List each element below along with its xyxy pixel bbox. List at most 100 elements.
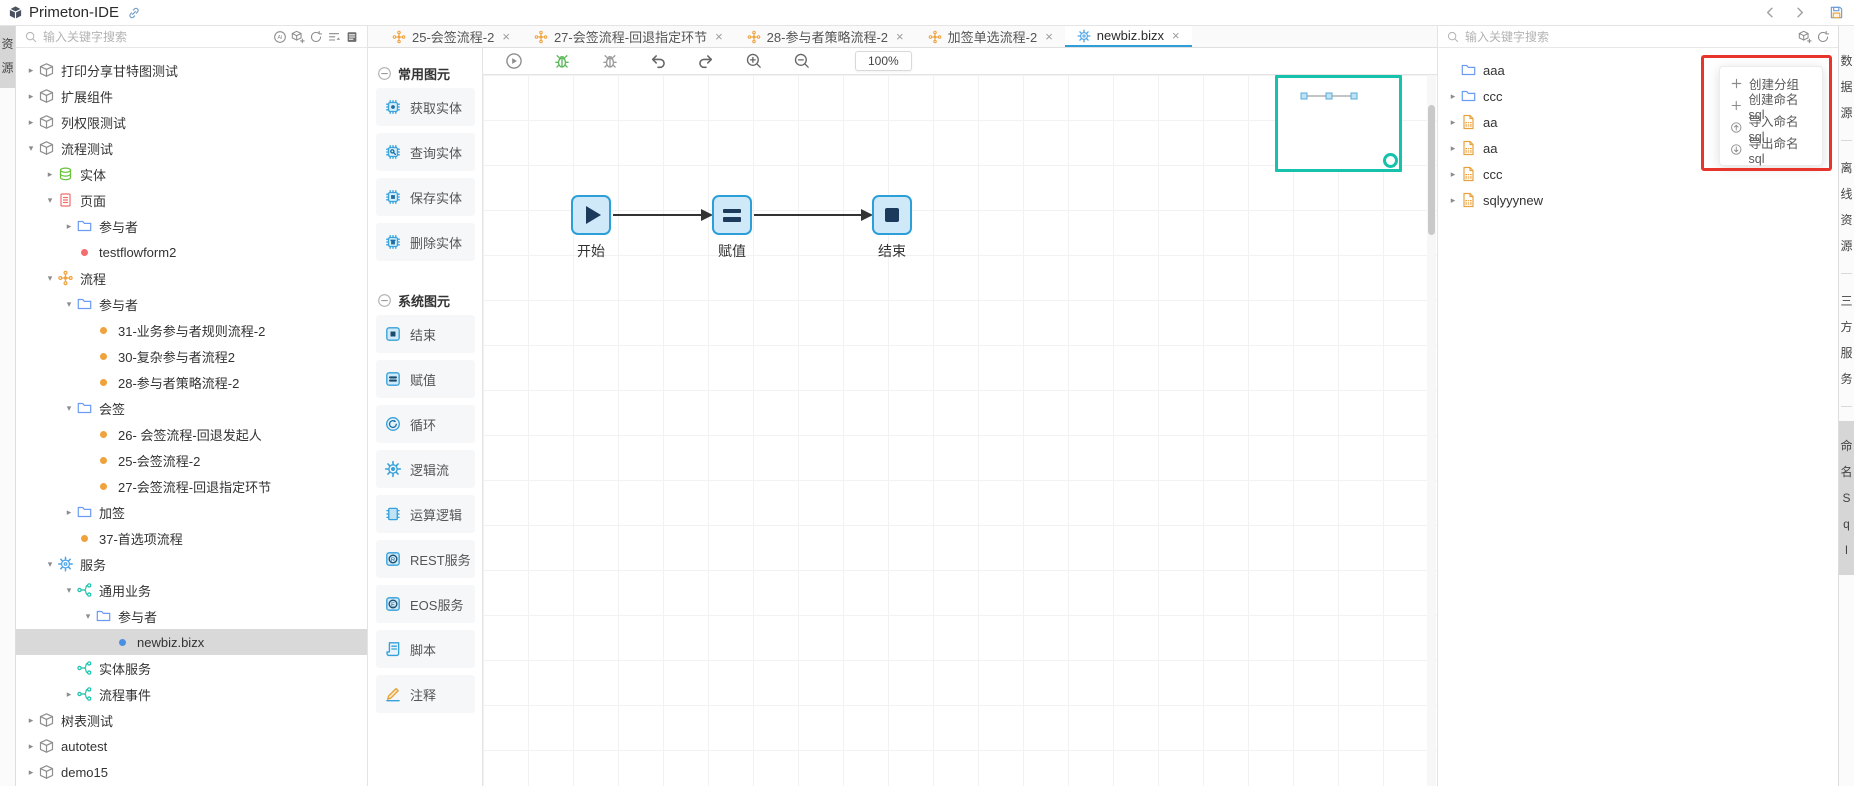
palette-group-header[interactable]: 常用图元 bbox=[368, 58, 482, 88]
debug-icon[interactable] bbox=[601, 52, 619, 70]
expand-arrow[interactable]: ▾ bbox=[81, 611, 95, 622]
forward-icon[interactable] bbox=[1792, 5, 1807, 20]
palette-item-查询实体[interactable]: 查询实体 bbox=[376, 133, 475, 171]
expand-arrow[interactable]: ▾ bbox=[43, 195, 57, 206]
tree-item[interactable]: ▸sqlyyynew bbox=[1438, 187, 1838, 213]
tree-item[interactable]: ▾参与者 bbox=[16, 291, 367, 317]
strip-tab-离线资源[interactable]: 离线资源 bbox=[1839, 155, 1854, 259]
redo-icon[interactable] bbox=[697, 52, 715, 70]
expand-arrow[interactable]: ▸ bbox=[1446, 195, 1460, 206]
expand-arrow[interactable]: ▸ bbox=[62, 507, 76, 518]
palette-item-获取实体[interactable]: 获取实体 bbox=[376, 88, 475, 126]
tree-item[interactable]: 26- 会签流程-回退发起人 bbox=[16, 421, 367, 447]
minimap[interactable] bbox=[1275, 75, 1402, 172]
strip-tab-数据源[interactable]: 数据源 bbox=[1839, 48, 1854, 126]
minimap-resize-handle[interactable] bbox=[1383, 153, 1398, 168]
tree-item[interactable]: ▸流程事件 bbox=[16, 681, 367, 707]
debug-run-icon[interactable] bbox=[553, 52, 571, 70]
zoom-level-button[interactable]: 100% bbox=[855, 51, 912, 71]
strip-tab-resources[interactable]: 资源 bbox=[0, 26, 15, 88]
tab-加签单选流程-2[interactable]: 加签单选流程-2× bbox=[916, 26, 1065, 47]
flow-node-assign[interactable] bbox=[712, 195, 752, 235]
tree-item[interactable]: ▸实体 bbox=[16, 161, 367, 187]
canvas-vertical-scrollbar[interactable] bbox=[1427, 75, 1436, 786]
tree-item[interactable]: ▾服务 bbox=[16, 551, 367, 577]
expand-arrow[interactable]: ▾ bbox=[62, 585, 76, 596]
expand-arrow[interactable]: ▸ bbox=[1446, 91, 1460, 102]
tree-item[interactable]: ▸加签 bbox=[16, 499, 367, 525]
close-icon[interactable]: × bbox=[1045, 29, 1053, 44]
palette-item-逻辑流[interactable]: 逻辑流 bbox=[376, 450, 475, 488]
expand-arrow[interactable]: ▾ bbox=[24, 143, 38, 154]
tree-item[interactable]: ▸参与者 bbox=[16, 213, 367, 239]
tree-item[interactable]: ▾参与者 bbox=[16, 603, 367, 629]
zoom-in-icon[interactable] bbox=[745, 52, 763, 70]
tree-item[interactable]: ▾会签 bbox=[16, 395, 367, 421]
palette-item-赋值[interactable]: 赋值 bbox=[376, 360, 475, 398]
tree-item[interactable]: ▸autotest bbox=[16, 733, 367, 759]
ai-icon[interactable]: AI bbox=[273, 30, 287, 44]
zoom-out-icon[interactable] bbox=[793, 52, 811, 70]
tree-item[interactable]: 30-复杂参与者流程2 bbox=[16, 343, 367, 369]
flow-node-start[interactable] bbox=[571, 195, 611, 235]
palette-item-保存实体[interactable]: 保存实体 bbox=[376, 178, 475, 216]
tree-item[interactable]: 27-会签流程-回退指定环节 bbox=[16, 473, 367, 499]
strip-tab-命名Sql[interactable]: 命名Sql bbox=[1839, 421, 1854, 575]
close-icon[interactable]: × bbox=[896, 29, 904, 44]
strip-tab-三方服务[interactable]: 三方服务 bbox=[1839, 288, 1854, 392]
expand-arrow[interactable]: ▾ bbox=[62, 299, 76, 310]
tree-item[interactable]: ▾页面 bbox=[16, 187, 367, 213]
expand-arrow[interactable]: ▸ bbox=[62, 689, 76, 700]
tab-27-会签流程-回退指定环节[interactable]: 27-会签流程-回退指定环节× bbox=[522, 26, 735, 47]
right-search-input[interactable] bbox=[1465, 30, 1793, 44]
palette-item-EOS服务[interactable]: EEOS服务 bbox=[376, 585, 475, 623]
palette-item-删除实体[interactable]: 删除实体 bbox=[376, 223, 475, 261]
expand-arrow[interactable]: ▸ bbox=[24, 117, 38, 128]
tab-28-参与者策略流程-2[interactable]: 28-参与者策略流程-2× bbox=[735, 26, 916, 47]
save-icon[interactable] bbox=[1829, 5, 1844, 20]
cube-new-icon[interactable] bbox=[291, 30, 305, 44]
tree-item[interactable]: ▾流程测试 bbox=[16, 135, 367, 161]
expand-arrow[interactable]: ▸ bbox=[1446, 169, 1460, 180]
tree-item[interactable]: ▸demo15 bbox=[16, 759, 367, 785]
tree-item[interactable]: ▸打印分享甘特图测试 bbox=[16, 57, 367, 83]
expand-arrow[interactable]: ▾ bbox=[43, 273, 57, 284]
tab-25-会签流程-2[interactable]: 25-会签流程-2× bbox=[380, 26, 522, 47]
expand-arrow[interactable]: ▾ bbox=[62, 403, 76, 414]
palette-item-脚本[interactable]: 脚本 bbox=[376, 630, 475, 668]
expand-arrow[interactable]: ▸ bbox=[62, 221, 76, 232]
palette-item-结束[interactable]: 结束 bbox=[376, 315, 475, 353]
close-icon[interactable]: × bbox=[715, 29, 723, 44]
link-icon[interactable] bbox=[127, 6, 141, 20]
tree-item[interactable]: ▾通用业务 bbox=[16, 577, 367, 603]
palette-item-REST服务[interactable]: RREST服务 bbox=[376, 540, 475, 578]
tree-item[interactable]: ▾流程 bbox=[16, 265, 367, 291]
undo-icon[interactable] bbox=[649, 52, 667, 70]
minus-circle-icon[interactable] bbox=[377, 66, 392, 81]
back-icon[interactable] bbox=[1763, 5, 1778, 20]
tree-item[interactable]: 37-首选项流程 bbox=[16, 525, 367, 551]
scrollbar-thumb[interactable] bbox=[1428, 105, 1435, 235]
tree-item[interactable]: 31-业务参与者规则流程-2 bbox=[16, 317, 367, 343]
expand-arrow[interactable]: ▸ bbox=[24, 741, 38, 752]
expand-arrow[interactable]: ▸ bbox=[24, 767, 38, 778]
tree-item[interactable]: 实体服务 bbox=[16, 655, 367, 681]
close-icon[interactable]: × bbox=[502, 29, 510, 44]
palette-group-header[interactable]: 系统图元 bbox=[368, 285, 482, 315]
tree-item[interactable]: newbiz.bizx bbox=[16, 629, 367, 655]
tree-item[interactable]: ▸列权限测试 bbox=[16, 109, 367, 135]
cube-new-icon[interactable] bbox=[1798, 30, 1812, 44]
left-search-input[interactable] bbox=[43, 30, 268, 44]
minus-circle-icon[interactable] bbox=[377, 293, 392, 308]
tree-item[interactable]: 25-会签流程-2 bbox=[16, 447, 367, 473]
tree-item[interactable]: ▸树表测试 bbox=[16, 707, 367, 733]
refresh-icon[interactable] bbox=[309, 30, 323, 44]
expand-arrow[interactable]: ▸ bbox=[24, 715, 38, 726]
collapse-all-icon[interactable] bbox=[327, 30, 341, 44]
refresh-icon[interactable] bbox=[1816, 30, 1830, 44]
close-icon[interactable]: × bbox=[1172, 28, 1180, 43]
play-circle-icon[interactable] bbox=[505, 52, 523, 70]
expand-arrow[interactable]: ▸ bbox=[43, 169, 57, 180]
tree-item[interactable]: 28-参与者策略流程-2 bbox=[16, 369, 367, 395]
flow-node-end[interactable] bbox=[872, 195, 912, 235]
